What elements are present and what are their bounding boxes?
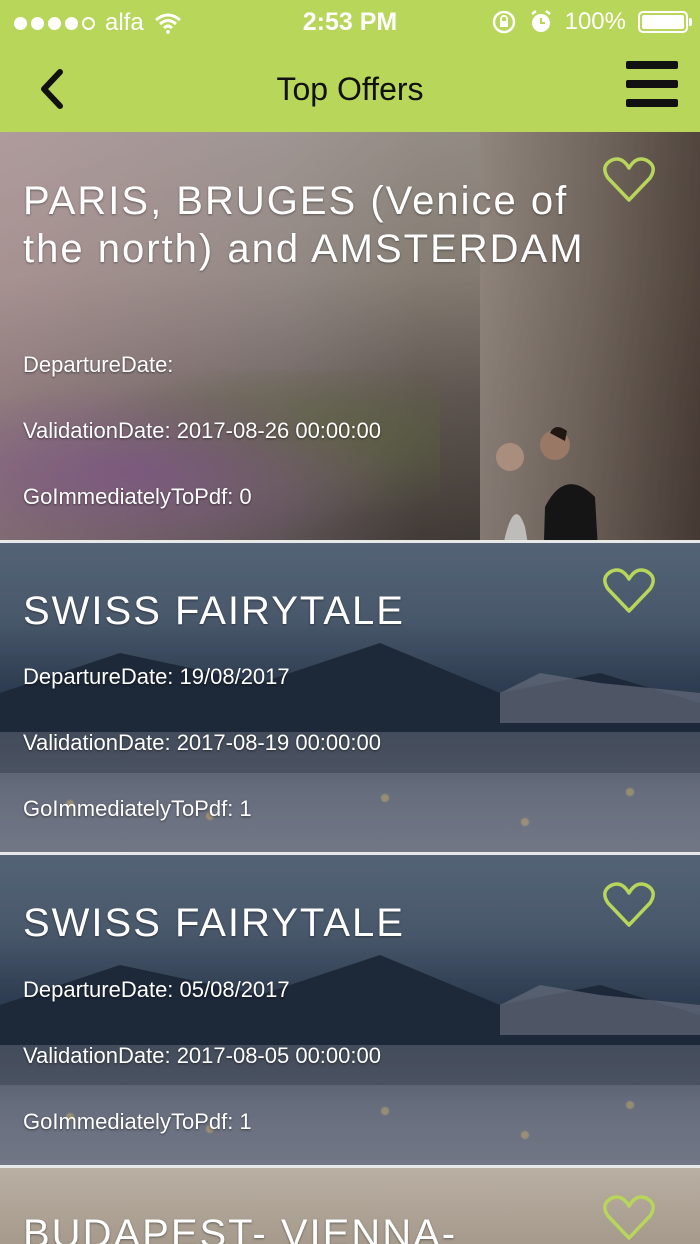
hamburger-menu-icon[interactable] — [626, 61, 678, 107]
offer-pdf-flag: GoImmediatelyToPdf: 1 — [23, 1109, 252, 1134]
battery-percent: 100% — [564, 8, 626, 35]
heart-icon[interactable] — [602, 156, 656, 204]
offer-content: SWISS FAIRYTALE DepartureDate: 19/08/201… — [23, 543, 590, 821]
heart-icon[interactable] — [602, 1194, 656, 1242]
offer-pdf-flag: GoImmediatelyToPdf: 1 — [23, 796, 252, 821]
status-bar: alfa 2:53 PM 100% — [0, 0, 700, 44]
heart-icon[interactable] — [602, 567, 656, 615]
offer-card-2[interactable]: SWISS FAIRYTALE DepartureDate: 19/08/201… — [0, 543, 700, 852]
offer-departure-date: DepartureDate: 19/08/2017 — [23, 664, 290, 689]
battery-icon — [638, 11, 692, 33]
offer-content: PARIS, BRUGES (Venice of the north) and … — [23, 132, 590, 509]
battery-fill — [642, 15, 684, 29]
rotation-lock-icon — [492, 10, 515, 34]
offer-validation-date: ValidationDate: 2017-08-26 00:00:00 — [23, 418, 381, 443]
offer-content: SWISS FAIRYTALE DepartureDate: 05/08/201… — [23, 855, 590, 1134]
offer-title: PARIS, BRUGES (Venice of the north) and … — [23, 179, 585, 271]
offer-title: BUDAPEST- VIENNA- — [23, 1212, 458, 1244]
offer-pdf-flag: GoImmediatelyToPdf: 0 — [23, 484, 252, 509]
offer-card-3[interactable]: SWISS FAIRYTALE DepartureDate: 05/08/201… — [0, 855, 700, 1165]
offer-title: SWISS FAIRYTALE — [23, 589, 405, 633]
offer-content: BUDAPEST- VIENNA- — [23, 1168, 590, 1244]
offer-card-4[interactable]: BUDAPEST- VIENNA- — [0, 1168, 700, 1244]
status-right: 100% — [491, 8, 692, 36]
offer-departure-date: DepartureDate: 05/08/2017 — [23, 977, 290, 1002]
offer-card-1[interactable]: PARIS, BRUGES (Venice of the north) and … — [0, 132, 700, 540]
offer-title: SWISS FAIRYTALE — [23, 901, 405, 945]
page-title: Top Offers — [276, 71, 424, 107]
nav-bar: Top Offers — [0, 44, 700, 132]
offer-departure-date: DepartureDate: — [23, 352, 174, 377]
offer-validation-date: ValidationDate: 2017-08-19 00:00:00 — [23, 730, 381, 755]
top-bar: alfa 2:53 PM 100% Top Offers — [0, 0, 700, 132]
offer-validation-date: ValidationDate: 2017-08-05 00:00:00 — [23, 1043, 381, 1068]
heart-icon[interactable] — [602, 881, 656, 929]
alarm-icon — [530, 10, 551, 32]
